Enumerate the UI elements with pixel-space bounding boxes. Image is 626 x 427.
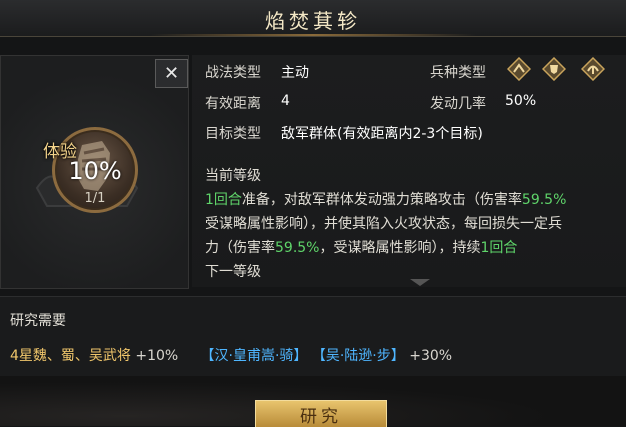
cavalry-icon xyxy=(507,57,531,81)
target-type-label: 目标类型 xyxy=(205,126,261,142)
range-label: 有效距离 xyxy=(205,96,261,112)
scroll-down-icon[interactable] xyxy=(410,279,430,286)
target-type-value: 敌军群体(有效距离内2-3个目标) xyxy=(281,126,483,142)
desc-line-2: 受谋略属性影响），并使其陷入火攻状态，每回损失一定兵 xyxy=(205,216,562,232)
research-requirement-line: 4星魏、蜀、吴武将 +10% 【汉·皇甫嵩·骑】 【吴·陆逊·步】 +30% xyxy=(10,345,452,365)
base-bonus: +10% xyxy=(135,348,179,364)
desc-line-3: 力（伤害率59.5%，受谋略属性影响），持续1回合 xyxy=(205,240,518,256)
page-title: 焰焚萁轸 xyxy=(265,9,361,33)
skill-type-label: 战法类型 xyxy=(205,65,261,81)
research-button[interactable]: 研究 xyxy=(255,400,387,427)
research-title: 研究需要 xyxy=(10,313,66,329)
chance-label: 发动几率 xyxy=(430,96,486,112)
skill-type-value: 主动 xyxy=(281,65,309,81)
current-level-label: 当前等级 xyxy=(205,168,261,184)
base-requirement: 4星魏、蜀、吴武将 xyxy=(10,348,131,364)
skill-percent: 10% xyxy=(68,157,122,185)
general-requirement-2[interactable]: 【吴·陆逊·步】 xyxy=(312,348,405,364)
skill-description: 当前等级 1回合准备，对敌军群体发动强力策略攻击（伤害率59.5% 受谋略属性影… xyxy=(205,164,626,284)
shield-icon xyxy=(542,57,566,81)
range-value: 4 xyxy=(281,93,290,109)
chance-value: 50% xyxy=(505,93,537,109)
skill-count: 1/1 xyxy=(84,191,106,206)
general-bonus: +30% xyxy=(409,348,453,364)
close-button[interactable]: ✕ xyxy=(155,59,188,88)
desc-line-1: 1回合准备，对敌军群体发动强力策略攻击（伤害率59.5% xyxy=(205,192,567,208)
archer-icon xyxy=(581,57,605,81)
general-requirement-1[interactable]: 【汉·皇甫嵩·骑】 xyxy=(201,348,308,364)
troop-type-label: 兵种类型 xyxy=(430,65,486,81)
